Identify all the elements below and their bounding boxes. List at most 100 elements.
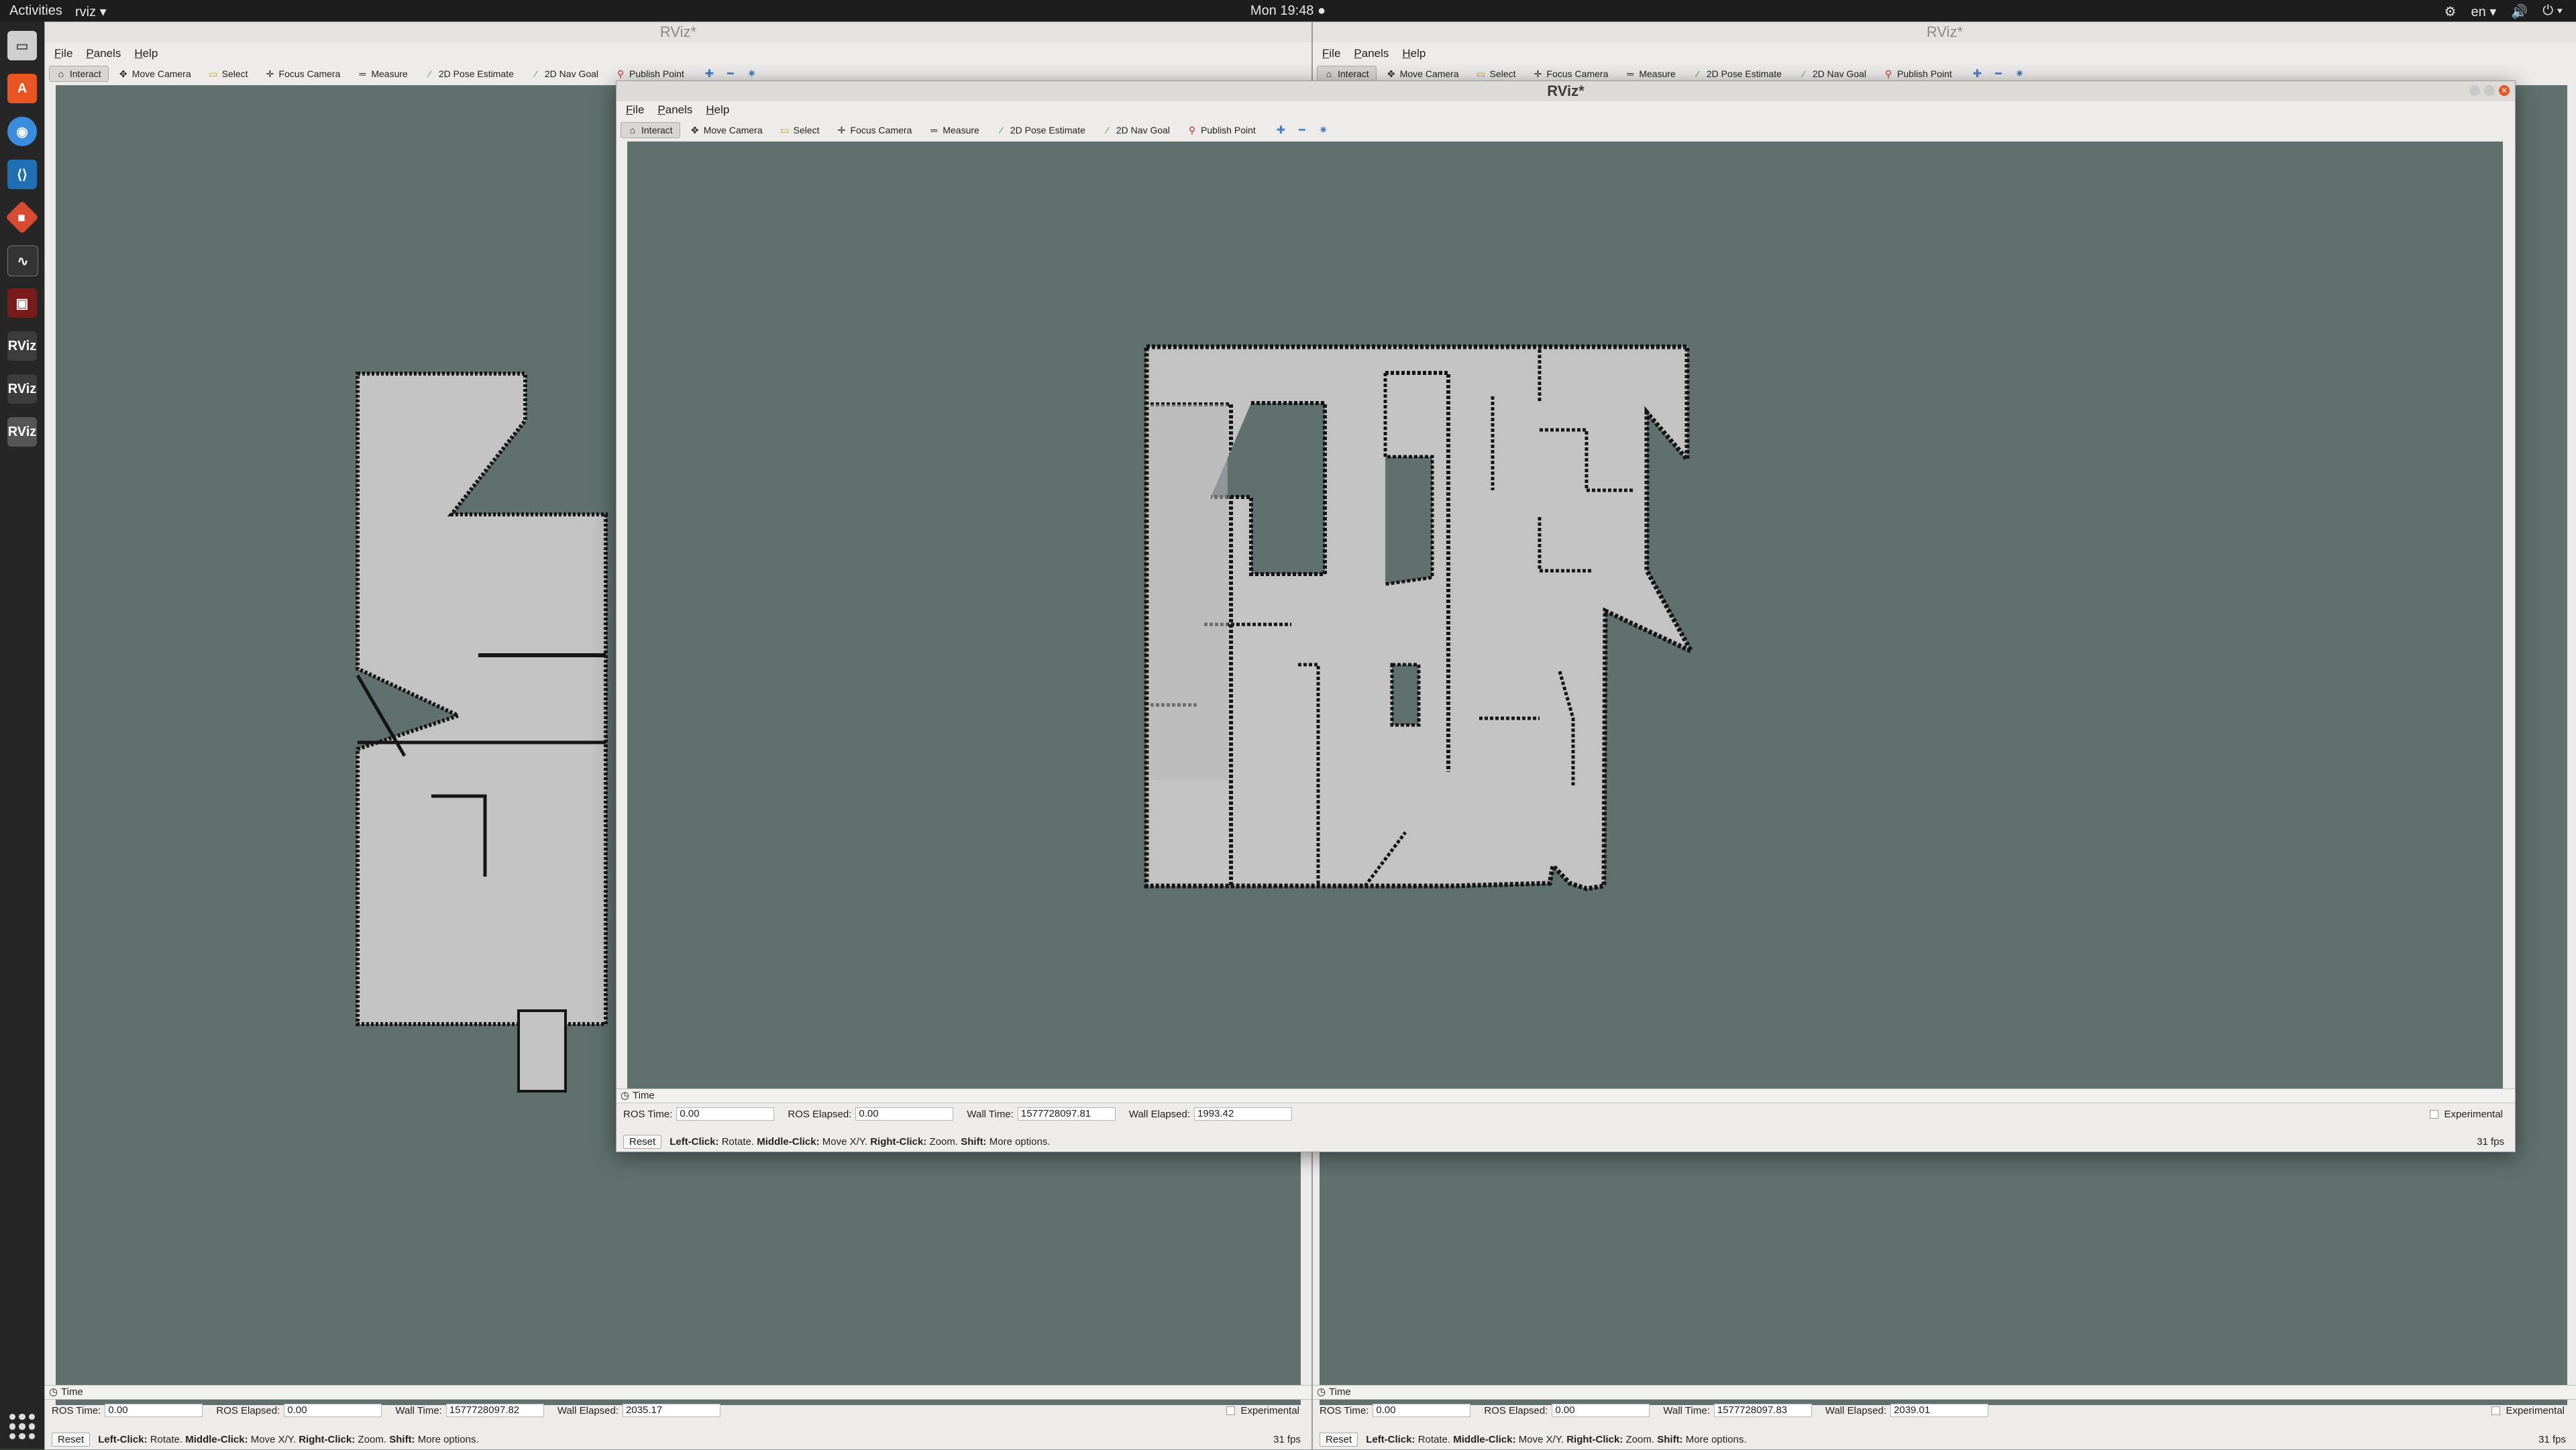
accessibility-icon[interactable]: ⚙ bbox=[2445, 3, 2457, 20]
focus-camera-icon: ✛ bbox=[837, 125, 846, 135]
maximize-icon[interactable] bbox=[2484, 85, 2495, 96]
time-fields: ROS Time: 0.00 ROS Elapsed: 0.00 Wall Time… bbox=[52, 1404, 730, 1417]
ros-elapsed-label: ROS Elapsed: bbox=[1484, 1404, 1548, 1416]
wall-elapsed-label: Wall Elapsed: bbox=[1128, 1108, 1191, 1120]
menu-file[interactable]: File bbox=[626, 103, 644, 117]
rviz-icon[interactable]: RViz bbox=[7, 417, 37, 447]
tool-publish-point[interactable]: ⚲ Publish Point bbox=[608, 66, 692, 82]
menu-panels[interactable]: Panels bbox=[657, 103, 692, 117]
tool-select[interactable]: ▭ Select bbox=[201, 66, 256, 82]
tool-focus-camera[interactable]: ✛ Focus Camera bbox=[258, 66, 348, 82]
ros-time-field[interactable]: 0.00 bbox=[676, 1107, 775, 1121]
add-tool-icon[interactable]: ✚ bbox=[1973, 67, 1982, 80]
wall-time-field[interactable]: 1577728097.82 bbox=[445, 1404, 544, 1417]
tool-bar: ⌂ Interact ✥ Move Camera ▭ Select ✛ Focus Ca… bbox=[616, 120, 2515, 140]
wall-time-field[interactable]: 1577728097.81 bbox=[1017, 1107, 1116, 1121]
tool-properties-icon[interactable]: ✷ bbox=[747, 67, 756, 80]
ros-elapsed-field[interactable]: 0.00 bbox=[1552, 1404, 1650, 1417]
system-indicators[interactable]: ⚙ en ▾ 🔊 ⏻ ▾ bbox=[2445, 3, 2563, 20]
status-hint: Left-Click: Rotate. Middle-Click: Move X… bbox=[1366, 1433, 1747, 1445]
time-panel-title: Time bbox=[45, 1385, 1311, 1400]
fps-counter: 31 fps bbox=[2538, 1433, 2566, 1445]
menu-help[interactable]: Help bbox=[1402, 47, 1426, 60]
occupancy-map bbox=[1144, 344, 1697, 891]
ros-time-field[interactable]: 0.00 bbox=[1373, 1404, 1471, 1417]
show-applications-icon[interactable] bbox=[9, 1414, 35, 1439]
tool-2d-pose-estimate[interactable]: ⁄ 2D Pose Estimate bbox=[1686, 66, 1789, 82]
sound-icon[interactable]: 🔊 bbox=[2511, 3, 2528, 20]
wall-elapsed-field[interactable]: 2035.17 bbox=[623, 1404, 721, 1417]
minimize-icon[interactable] bbox=[2469, 85, 2480, 96]
publish-point-icon: ⚲ bbox=[1188, 125, 1196, 135]
tool-move-camera[interactable]: ✥ Move Camera bbox=[1379, 66, 1466, 82]
wall-time-field[interactable]: 1577728097.83 bbox=[1713, 1404, 1812, 1417]
tool-measure[interactable]: ═ Measure bbox=[1618, 66, 1682, 82]
add-tool-icon[interactable]: ✚ bbox=[1277, 123, 1285, 137]
ros-elapsed-label: ROS Elapsed: bbox=[216, 1404, 280, 1416]
clock[interactable]: Mon 19:48 ● bbox=[0, 3, 2576, 19]
window-title: RViz* bbox=[1313, 22, 2576, 42]
tool-measure[interactable]: ═ Measure bbox=[922, 122, 986, 138]
menu-panels[interactable]: Panels bbox=[1354, 47, 1389, 60]
tool-2d-nav-goal[interactable]: ⁄ 2D Nav Goal bbox=[524, 66, 606, 82]
remove-tool-icon[interactable]: ━ bbox=[727, 67, 734, 80]
pose-estimate-icon: ⁄ bbox=[429, 68, 431, 79]
tool-2d-nav-goal[interactable]: ⁄ 2D Nav Goal bbox=[1095, 122, 1177, 138]
tool-2d-nav-goal[interactable]: ⁄ 2D Nav Goal bbox=[1792, 66, 1874, 82]
ros-time-field[interactable]: 0.00 bbox=[105, 1404, 203, 1417]
software-icon[interactable]: A bbox=[7, 74, 37, 103]
menu-file[interactable]: File bbox=[54, 47, 72, 60]
experimental-checkbox[interactable]: Experimental bbox=[2491, 1405, 2565, 1416]
tool-move-camera[interactable]: ✥ Move Camera bbox=[683, 122, 770, 138]
files-icon[interactable]: ▭ bbox=[7, 31, 37, 60]
tool-measure[interactable]: ═ Measure bbox=[350, 66, 415, 82]
tool-interact[interactable]: ⌂ Interact bbox=[1317, 66, 1377, 82]
experimental-checkbox[interactable]: Experimental bbox=[1226, 1405, 1299, 1416]
chrome-icon[interactable]: ◉ bbox=[7, 117, 37, 146]
reset-button[interactable]: Reset bbox=[1320, 1432, 1358, 1447]
menu-help[interactable]: Help bbox=[706, 103, 729, 117]
wall-elapsed-field[interactable]: 1993.42 bbox=[1194, 1107, 1293, 1121]
tool-extras: ✚ ━ ✷ bbox=[705, 67, 756, 80]
tool-move-camera[interactable]: ✥ Move Camera bbox=[111, 66, 199, 82]
rviz-icon[interactable]: RViz bbox=[7, 331, 37, 361]
tool-extras: ✚ ━ ✷ bbox=[1973, 67, 2024, 80]
menu-help[interactable]: Help bbox=[134, 47, 158, 60]
git-icon[interactable]: ◆ bbox=[5, 201, 39, 234]
reset-button[interactable]: Reset bbox=[623, 1134, 662, 1149]
power-icon[interactable]: ⏻ ▾ bbox=[2542, 3, 2563, 20]
tool-focus-camera[interactable]: ✛ Focus Camera bbox=[1526, 66, 1616, 82]
close-icon[interactable]: ✕ bbox=[2499, 85, 2510, 96]
tool-focus-camera[interactable]: ✛ Focus Camera bbox=[830, 122, 920, 138]
vscode-icon[interactable]: ⟨⟩ bbox=[7, 160, 37, 189]
remove-tool-icon[interactable]: ━ bbox=[1299, 123, 1305, 137]
render-viewport[interactable] bbox=[627, 142, 2503, 1089]
language-indicator[interactable]: en ▾ bbox=[2471, 3, 2496, 20]
system-monitor-icon[interactable]: ∿ bbox=[7, 245, 38, 276]
tool-2d-pose-estimate[interactable]: ⁄ 2D Pose Estimate bbox=[989, 122, 1093, 138]
remove-tool-icon[interactable]: ━ bbox=[1995, 67, 2002, 80]
nav-goal-icon: ⁄ bbox=[535, 68, 537, 79]
add-tool-icon[interactable]: ✚ bbox=[705, 67, 714, 80]
rviz-icon[interactable]: RViz bbox=[7, 374, 37, 404]
experimental-checkbox[interactable]: Experimental bbox=[2430, 1109, 2503, 1120]
terminal-icon[interactable]: ▣ bbox=[7, 288, 37, 318]
ros-elapsed-field[interactable]: 0.00 bbox=[284, 1404, 382, 1417]
wall-elapsed-field[interactable]: 2039.01 bbox=[1890, 1404, 1989, 1417]
tool-properties-icon[interactable]: ✷ bbox=[2015, 67, 2024, 80]
ros-elapsed-field[interactable]: 0.00 bbox=[855, 1107, 954, 1121]
tool-select[interactable]: ▭ Select bbox=[1469, 66, 1523, 82]
tool-interact[interactable]: ⌂ Interact bbox=[49, 66, 109, 82]
wall-time-label: Wall Time: bbox=[1663, 1404, 1710, 1416]
tool-2d-pose-estimate[interactable]: ⁄ 2D Pose Estimate bbox=[418, 66, 521, 82]
nav-goal-icon: ⁄ bbox=[1106, 125, 1109, 135]
reset-button[interactable]: Reset bbox=[52, 1432, 91, 1447]
menu-file[interactable]: File bbox=[1322, 47, 1340, 60]
tool-publish-point[interactable]: ⚲ Publish Point bbox=[1876, 66, 1960, 82]
tool-interact[interactable]: ⌂ Interact bbox=[621, 122, 680, 138]
menu-panels[interactable]: Panels bbox=[86, 47, 121, 60]
tool-properties-icon[interactable]: ✷ bbox=[1319, 123, 1328, 137]
tool-publish-point[interactable]: ⚲ Publish Point bbox=[1180, 122, 1263, 138]
status-bar: Reset Left-Click: Rotate. Middle-Click: … bbox=[45, 1431, 1311, 1448]
tool-select[interactable]: ▭ Select bbox=[773, 122, 827, 138]
